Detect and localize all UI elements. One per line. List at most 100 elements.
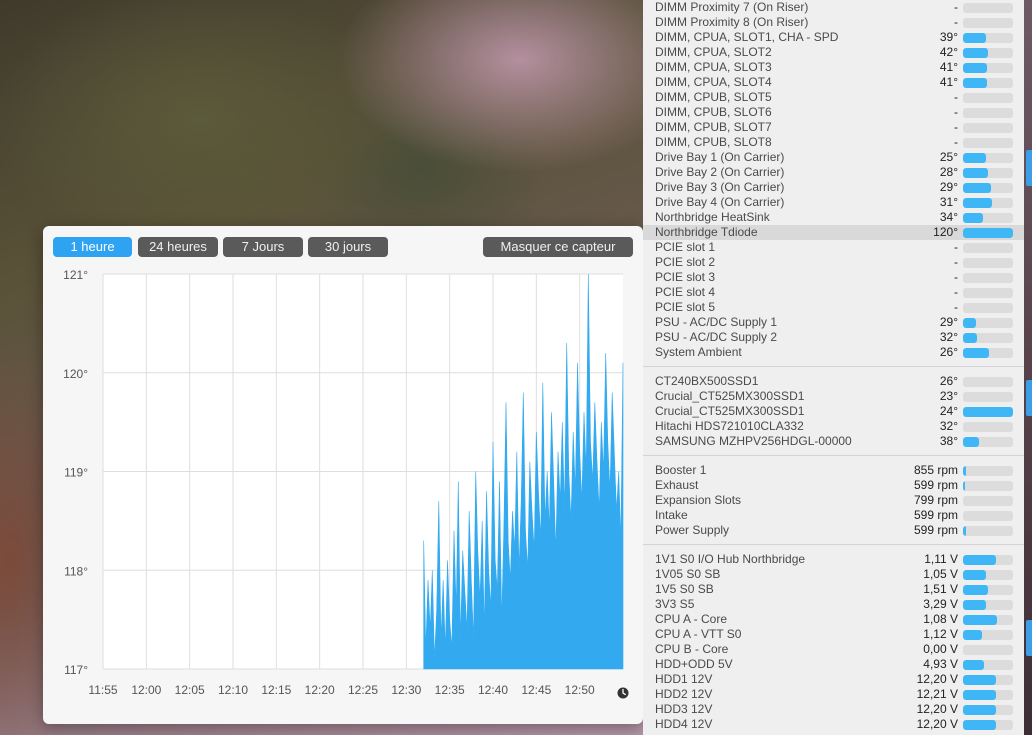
x-tick-label: 12:00 <box>131 683 161 697</box>
sensor-row[interactable]: HDD+ODD 5V 4,93 V <box>643 657 1024 672</box>
sensor-row[interactable]: Intake 599 rpm <box>643 508 1024 523</box>
sensor-level-bar <box>963 555 1013 565</box>
sensor-level-fill <box>963 198 992 208</box>
x-tick-label: 12:05 <box>175 683 205 697</box>
sensor-level-bar <box>963 690 1013 700</box>
sensor-row[interactable]: PCIE slot 4 - <box>643 285 1024 300</box>
sensor-row[interactable]: HDD1 12V 12,20 V <box>643 672 1024 687</box>
sensor-row[interactable]: Drive Bay 1 (On Carrier) 25° <box>643 150 1024 165</box>
sensor-row[interactable]: Drive Bay 2 (On Carrier) 28° <box>643 165 1024 180</box>
sensor-label: Drive Bay 2 (On Carrier) <box>655 165 785 179</box>
sensor-row[interactable]: Crucial_CT525MX300SSD1 23° <box>643 389 1024 404</box>
sensor-value: 32° <box>939 419 958 433</box>
sensor-row[interactable]: Drive Bay 4 (On Carrier) 31° <box>643 195 1024 210</box>
sensor-row[interactable]: DIMM, CPUA, SLOT1, CHA - SPD 39° <box>643 30 1024 45</box>
sensor-row[interactable]: DIMM Proximity 7 (On Riser) - <box>643 0 1024 15</box>
sensor-level-bar <box>963 78 1013 88</box>
sensor-level-bar <box>963 33 1013 43</box>
temperature-chart: 117° 118° 119° 120° 121° 11:55 12:00 12:05 12:10… <box>63 268 624 697</box>
sensor-row[interactable]: HDD4 12V 12,20 V <box>643 717 1024 732</box>
sensor-row[interactable]: HDD2 12V 12,21 V <box>643 687 1024 702</box>
sensor-row[interactable]: DIMM, CPUB, SLOT8 - <box>643 135 1024 150</box>
sensor-row[interactable]: Northbridge Tdiode 120° <box>643 225 1024 240</box>
sensor-level-fill <box>963 333 977 343</box>
sensor-row[interactable]: SAMSUNG MZHPV256HDGL-00000 38° <box>643 434 1024 449</box>
sensor-row[interactable]: PCIE slot 3 - <box>643 270 1024 285</box>
sensor-row[interactable]: Expansion Slots 799 rpm <box>643 493 1024 508</box>
sensor-row[interactable]: CT240BX500SSD1 26° <box>643 374 1024 389</box>
sensor-label: HDD3 12V <box>655 702 713 716</box>
sensor-level-bar <box>963 123 1013 133</box>
sensor-row[interactable]: PCIE slot 2 - <box>643 255 1024 270</box>
sensor-row[interactable]: HDD3 12V 12,20 V <box>643 702 1024 717</box>
sensor-level-fill <box>963 675 996 685</box>
sensor-value: - <box>954 300 958 314</box>
sensor-row[interactable]: Exhaust 599 rpm <box>643 478 1024 493</box>
sensor-row[interactable]: DIMM, CPUB, SLOT5 - <box>643 90 1024 105</box>
sensor-row[interactable]: 3V3 S5 3,29 V <box>643 597 1024 612</box>
sensor-row[interactable]: Power Supply 599 rpm <box>643 523 1024 538</box>
sensor-row[interactable]: Northbridge HeatSink 34° <box>643 210 1024 225</box>
sensor-level-bar <box>963 570 1013 580</box>
sensor-label: Intake <box>655 508 688 522</box>
sensor-row[interactable]: Booster 1 855 rpm <box>643 463 1024 478</box>
x-tick-label: 12:20 <box>305 683 335 697</box>
sensor-row[interactable]: CPU A - VTT S0 1,12 V <box>643 627 1024 642</box>
sensor-value: 599 rpm <box>913 523 958 537</box>
sensor-label: Booster 1 <box>655 463 707 477</box>
sensor-row[interactable]: Drive Bay 3 (On Carrier) 29° <box>643 180 1024 195</box>
sensor-value: 12,20 V <box>916 672 958 686</box>
sensor-level-bar <box>963 243 1013 253</box>
sensor-row[interactable]: 1V1 S0 I/O Hub Northbridge 1,11 V <box>643 552 1024 567</box>
sensor-label: DIMM, CPUA, SLOT1, CHA - SPD <box>655 30 839 44</box>
sensor-level-fill <box>963 585 988 595</box>
sensor-label: 1V1 S0 I/O Hub Northbridge <box>655 552 806 566</box>
sensor-value: 24° <box>939 404 958 418</box>
clock-icon[interactable] <box>617 687 629 699</box>
sensor-row[interactable]: PSU - AC/DC Supply 1 29° <box>643 315 1024 330</box>
sensor-row[interactable]: 1V05 S0 SB 1,05 V <box>643 567 1024 582</box>
sensor-level-fill <box>963 600 986 610</box>
sensor-row[interactable]: DIMM Proximity 8 (On Riser) - <box>643 15 1024 30</box>
sensor-row[interactable]: DIMM, CPUA, SLOT2 42° <box>643 45 1024 60</box>
sensor-level-fill <box>963 437 979 447</box>
sensor-label: CT240BX500SSD1 <box>655 374 759 388</box>
sensor-row[interactable]: DIMM, CPUA, SLOT4 41° <box>643 75 1024 90</box>
sensor-row[interactable]: DIMM, CPUB, SLOT6 - <box>643 105 1024 120</box>
sensor-value: - <box>954 270 958 284</box>
sensor-level-fill <box>963 630 982 640</box>
sensor-level-bar <box>963 600 1013 610</box>
sensor-row[interactable]: PCIE slot 5 - <box>643 300 1024 315</box>
sensor-level-bar <box>963 258 1013 268</box>
sensor-label: Power Supply <box>655 523 730 537</box>
sensor-row[interactable]: DIMM, CPUA, SLOT3 41° <box>643 60 1024 75</box>
sensor-level-bar <box>963 213 1013 223</box>
sensor-label: DIMM Proximity 8 (On Riser) <box>655 15 809 29</box>
sensor-row[interactable]: Hitachi HDS721010CLA332 32° <box>643 419 1024 434</box>
sensor-row[interactable]: CPU A - Core 1,08 V <box>643 612 1024 627</box>
sensor-value: 41° <box>939 60 958 74</box>
sensor-level-bar <box>963 496 1013 506</box>
sensor-row[interactable]: PCIE slot 1 - <box>643 240 1024 255</box>
sensor-level-fill <box>963 615 997 625</box>
sensor-level-bar <box>963 18 1013 28</box>
sensor-label: Crucial_CT525MX300SSD1 <box>655 404 805 418</box>
y-tick-label: 120° <box>63 367 88 381</box>
sensor-row[interactable]: System Ambient 26° <box>643 345 1024 360</box>
sensor-value: 120° <box>933 225 958 239</box>
sensor-level-bar <box>963 153 1013 163</box>
sensor-row[interactable]: Crucial_CT525MX300SSD1 24° <box>643 404 1024 419</box>
sensor-value: 28° <box>939 165 958 179</box>
sensor-label: DIMM, CPUB, SLOT8 <box>655 135 772 149</box>
sensor-row[interactable]: PSU - AC/DC Supply 2 32° <box>643 330 1024 345</box>
sensor-label: 3V3 S5 <box>655 597 695 611</box>
sensor-level-bar <box>963 511 1013 521</box>
sensor-level-bar <box>963 273 1013 283</box>
sensor-level-bar <box>963 660 1013 670</box>
sensor-row[interactable]: DIMM, CPUB, SLOT7 - <box>643 120 1024 135</box>
sensor-row[interactable]: CPU B - Core 0,00 V <box>643 642 1024 657</box>
sensor-label: DIMM, CPUA, SLOT4 <box>655 75 772 89</box>
sensor-level-bar <box>963 288 1013 298</box>
window-edge-tab <box>1026 620 1032 656</box>
sensor-row[interactable]: 1V5 S0 SB 1,51 V <box>643 582 1024 597</box>
